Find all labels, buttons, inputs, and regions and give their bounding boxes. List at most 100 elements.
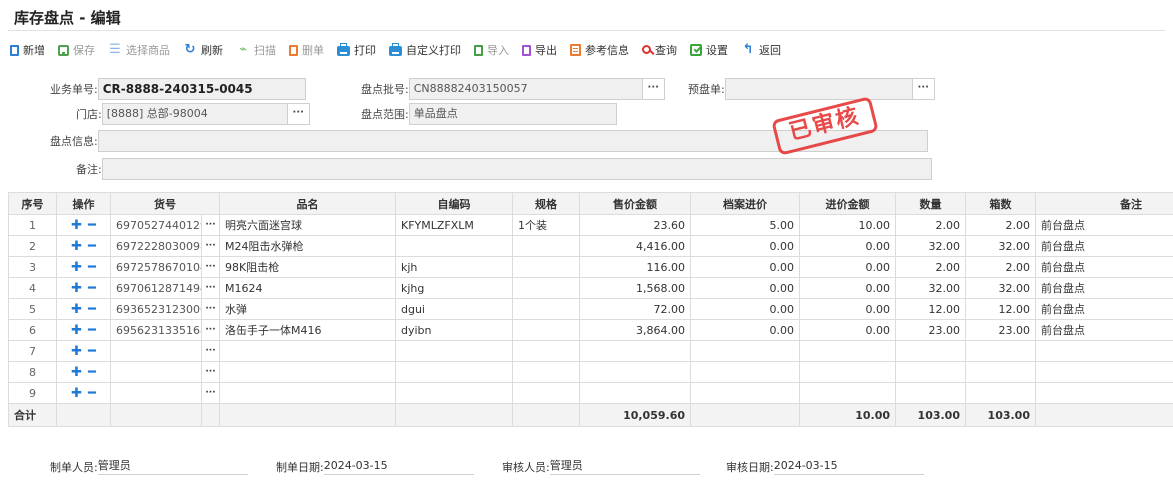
pre-order-lookup-button[interactable]: ··· (912, 78, 935, 100)
spec-cell (512, 340, 580, 362)
select-product-button[interactable]: ☰ 选择商品 (108, 42, 170, 58)
boxes-cell[interactable]: 23.00 (965, 319, 1036, 341)
product-code-cell[interactable] (110, 340, 202, 362)
remove-row-icon[interactable]: ━ (88, 282, 96, 295)
back-button[interactable]: ↰ 返回 (741, 42, 781, 58)
product-code-cell[interactable] (110, 361, 202, 383)
delete-button[interactable]: 删单 (289, 42, 324, 58)
refresh-button[interactable]: ↻ 刷新 (183, 42, 223, 58)
pre-order-field[interactable] (724, 78, 913, 100)
remove-row-icon[interactable]: ━ (88, 303, 96, 316)
product-name-cell: 水弹 (219, 298, 396, 320)
product-name-cell (219, 382, 396, 404)
boxes-cell[interactable]: 32.00 (965, 277, 1036, 299)
remove-row-icon[interactable]: ━ (88, 366, 96, 379)
remark-cell[interactable]: 前台盘点 (1035, 298, 1173, 320)
scan-button[interactable]: ⌁ 扫描 (236, 42, 276, 58)
table-header-row: 序号 操作 货号 品名 自编码 规格 售价金额 档案进价 进价金额 数量 箱数 备注 (8, 192, 1173, 215)
boxes-cell[interactable] (965, 340, 1036, 362)
product-lookup-button[interactable]: ··· (201, 382, 220, 404)
remove-row-icon[interactable]: ━ (88, 219, 96, 232)
remark-cell[interactable] (1035, 340, 1173, 362)
boxes-cell[interactable] (965, 382, 1036, 404)
store-field[interactable]: [8888] 总部-98004 (101, 103, 288, 125)
remark-cell[interactable]: 前台盘点 (1035, 256, 1173, 278)
remark-cell[interactable] (1035, 382, 1173, 404)
query-button[interactable]: 查询 (642, 42, 677, 58)
inventory-table: 序号 操作 货号 品名 自编码 规格 售价金额 档案进价 进价金额 数量 箱数 备注 1 ✚ ━ 69705… (8, 192, 1173, 427)
quantity-cell[interactable]: 32.00 (895, 235, 966, 257)
product-lookup-button[interactable]: ··· (201, 214, 220, 236)
print-button[interactable]: 打印 (337, 42, 376, 58)
product-code-cell[interactable]: 6970612871494 (110, 277, 202, 299)
add-row-icon[interactable]: ✚ (71, 303, 82, 316)
quantity-cell[interactable]: 23.00 (895, 319, 966, 341)
add-row-icon[interactable]: ✚ (71, 240, 82, 253)
product-lookup-button[interactable]: ··· (201, 298, 220, 320)
add-row-icon[interactable]: ✚ (71, 345, 82, 358)
remove-row-icon[interactable]: ━ (88, 324, 96, 337)
remark-field[interactable] (101, 158, 932, 180)
remove-row-icon[interactable]: ━ (88, 240, 96, 253)
add-row-icon[interactable]: ✚ (71, 261, 82, 274)
add-row-icon[interactable]: ✚ (71, 282, 82, 295)
product-code-cell[interactable]: 6956231335168 (110, 319, 202, 341)
settings-button[interactable]: 设置 (690, 42, 728, 58)
new-button[interactable]: 新增 (10, 42, 45, 58)
custom-print-button[interactable]: 自定义打印 (389, 42, 461, 58)
product-code-cell[interactable] (110, 382, 202, 404)
remove-row-icon[interactable]: ━ (88, 261, 96, 274)
back-arrow-icon: ↰ (742, 42, 754, 57)
add-row-icon[interactable]: ✚ (71, 324, 82, 337)
reference-button[interactable]: 参考信息 (570, 42, 629, 58)
boxes-cell[interactable]: 2.00 (965, 256, 1036, 278)
remark-cell[interactable]: 前台盘点 (1035, 319, 1173, 341)
scope-field[interactable]: 单品盘点 (408, 103, 617, 125)
quantity-cell[interactable] (895, 340, 966, 362)
total-row: 合计 10,059.60 10.00 103.00 103.00 (8, 403, 1173, 427)
boxes-cell[interactable]: 12.00 (965, 298, 1036, 320)
product-lookup-button[interactable]: ··· (201, 361, 220, 383)
product-code-cell[interactable]: 6936523123006 (110, 298, 202, 320)
quantity-cell[interactable]: 12.00 (895, 298, 966, 320)
self-code-cell (395, 235, 513, 257)
product-lookup-button[interactable]: ··· (201, 235, 220, 257)
product-lookup-button[interactable]: ··· (201, 319, 220, 341)
remove-row-icon[interactable]: ━ (88, 345, 96, 358)
import-button[interactable]: 导入 (474, 42, 509, 58)
batch-no-lookup-button[interactable]: ··· (642, 78, 665, 100)
product-code-cell[interactable]: 6972578670104 (110, 256, 202, 278)
row-actions-cell: ✚ ━ (56, 361, 111, 383)
product-lookup-button[interactable]: ··· (201, 340, 220, 362)
add-row-icon[interactable]: ✚ (71, 219, 82, 232)
quantity-cell[interactable]: 2.00 (895, 214, 966, 236)
remark-cell[interactable]: 前台盘点 (1035, 235, 1173, 257)
scope-label: 盘点范围: (361, 108, 409, 121)
business-no-field[interactable]: CR-8888-240315-0045 (97, 78, 306, 100)
quantity-cell[interactable] (895, 361, 966, 383)
batch-no-field[interactable]: CN88882403150057 (408, 78, 643, 100)
remark-cell[interactable]: 前台盘点 (1035, 214, 1173, 236)
add-row-icon[interactable]: ✚ (71, 387, 82, 400)
boxes-cell[interactable] (965, 361, 1036, 383)
product-code-cell[interactable]: 6970527440129 (110, 214, 202, 236)
product-lookup-button[interactable]: ··· (201, 277, 220, 299)
quantity-cell[interactable]: 2.00 (895, 256, 966, 278)
quantity-cell[interactable] (895, 382, 966, 404)
store-lookup-button[interactable]: ··· (287, 103, 310, 125)
boxes-cell[interactable]: 32.00 (965, 235, 1036, 257)
quantity-cell[interactable]: 32.00 (895, 277, 966, 299)
boxes-cell[interactable]: 2.00 (965, 214, 1036, 236)
product-lookup-button[interactable]: ··· (201, 256, 220, 278)
row-number-cell: 6 (8, 319, 57, 341)
export-button[interactable]: 导出 (522, 42, 557, 58)
remark-cell[interactable] (1035, 361, 1173, 383)
purchase-amount-cell: 0.00 (799, 235, 896, 257)
creator-value: 管理员 (97, 458, 248, 475)
sale-amount-cell (579, 361, 691, 383)
remark-cell[interactable]: 前台盘点 (1035, 277, 1173, 299)
save-button[interactable]: 保存 (58, 42, 95, 58)
add-row-icon[interactable]: ✚ (71, 366, 82, 379)
product-code-cell[interactable]: 6972228030098 (110, 235, 202, 257)
remove-row-icon[interactable]: ━ (88, 387, 96, 400)
